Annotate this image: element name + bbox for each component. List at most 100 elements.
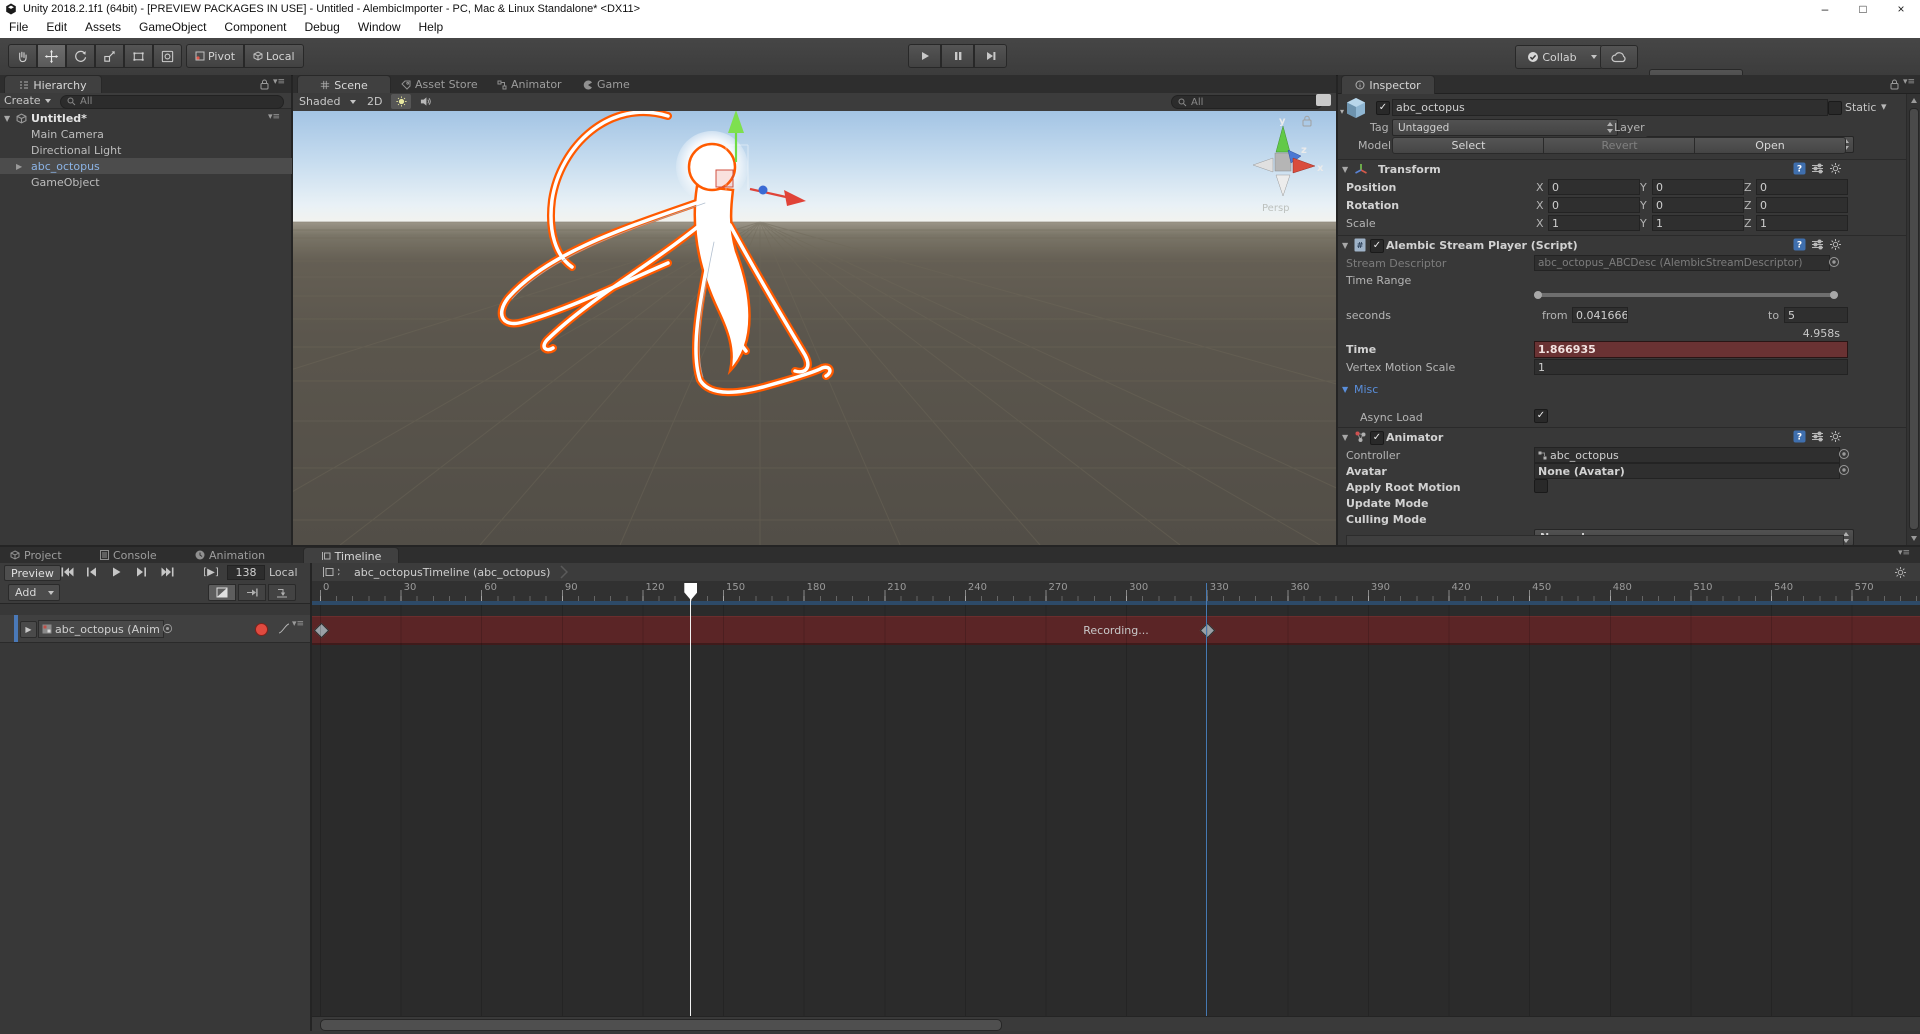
hierarchy-row-abc-octopus[interactable]: ▶ abc_octopus <box>0 158 292 174</box>
help-icon[interactable]: ? <box>1793 162 1806 175</box>
vertex-motion-scale-field[interactable]: 1 <box>1534 359 1848 375</box>
row-menu-icon[interactable]: ▾≡ <box>268 112 280 122</box>
ref-mode-button[interactable]: Local <box>263 565 304 579</box>
inspector-scrollbar[interactable] <box>1906 94 1920 545</box>
timeline-asset-icon[interactable] <box>322 566 342 578</box>
pause-button[interactable] <box>941 44 974 68</box>
scene-viewport[interactable]: y z x Persp <box>293 111 1336 545</box>
model-open-button[interactable]: Open <box>1694 137 1846 154</box>
rotation-x-field[interactable]: 0 <box>1548 197 1640 213</box>
hierarchy-row-gameobject[interactable]: GameObject <box>0 174 292 190</box>
rect-tool-button[interactable] <box>124 44 153 68</box>
alembic-enabled-checkbox[interactable]: ✓ <box>1370 239 1384 253</box>
scale-y-field[interactable]: 1 <box>1652 215 1744 231</box>
keyframe-diamond[interactable] <box>1200 623 1216 639</box>
animator-enabled-checkbox[interactable]: ✓ <box>1370 431 1384 445</box>
tab-animator[interactable]: Animator <box>497 77 562 92</box>
lock-icon[interactable] <box>260 79 269 90</box>
static-checkbox[interactable] <box>1828 101 1842 115</box>
gear-icon[interactable] <box>1829 430 1842 443</box>
shading-mode-dropdown[interactable]: Shaded <box>299 93 361 110</box>
tab-game[interactable]: Game <box>583 77 630 92</box>
prefab-caret-icon[interactable]: ▾ <box>1340 107 1344 116</box>
hierarchy-row-main-camera[interactable]: Main Camera <box>0 126 292 142</box>
timeline-hscrollbar[interactable] <box>312 1016 1920 1032</box>
prev-frame-button[interactable] <box>80 565 102 579</box>
keyframe-diamond[interactable] <box>313 623 329 639</box>
misc-foldout[interactable]: ▼ <box>1342 385 1348 394</box>
from-field[interactable]: 0.041666 <box>1572 307 1628 323</box>
track-header-row[interactable]: ▶ abc_octopus (Anim ▾≡ <box>0 615 310 643</box>
menu-assets[interactable]: Assets <box>76 18 130 36</box>
record-button[interactable] <box>255 623 268 636</box>
scale-tool-button[interactable] <box>95 44 124 68</box>
hierarchy-search-input[interactable]: All <box>60 95 284 109</box>
presets-icon[interactable] <box>1811 430 1824 443</box>
panel-menu-icon[interactable]: ▾≡ <box>273 77 285 87</box>
tab-hierarchy[interactable]: Hierarchy <box>4 75 102 94</box>
misc-label[interactable]: Misc <box>1354 383 1378 396</box>
next-frame-button[interactable] <box>130 565 152 579</box>
slider-min-handle[interactable] <box>1534 291 1542 299</box>
rotate-tool-button[interactable] <box>66 44 95 68</box>
gizmo-z-handle[interactable] <box>759 186 768 195</box>
time-range-slider[interactable] <box>1534 291 1838 299</box>
hscrollbar-thumb[interactable] <box>320 1019 1002 1031</box>
presets-icon[interactable] <box>1811 162 1824 175</box>
position-x-field[interactable]: 0 <box>1548 179 1640 195</box>
goto-start-button[interactable] <box>56 565 78 579</box>
menu-help[interactable]: Help <box>410 18 453 36</box>
gear-icon[interactable] <box>1829 238 1842 251</box>
transform-foldout[interactable]: ▼ <box>1342 165 1348 174</box>
tab-inspector[interactable]: Inspector <box>1341 75 1435 94</box>
audio-toggle[interactable] <box>415 94 435 109</box>
lock-icon[interactable] <box>1890 79 1899 90</box>
panel-menu-icon[interactable]: ▾≡ <box>1903 77 1915 87</box>
time-field[interactable]: 1.866935 <box>1534 341 1848 358</box>
curves-toggle-icon[interactable] <box>278 623 290 634</box>
slider-max-handle[interactable] <box>1830 291 1838 299</box>
controller-field[interactable]: abc_octopus <box>1534 447 1840 463</box>
static-caret-icon[interactable]: ▾ <box>1881 100 1887 113</box>
presets-icon[interactable] <box>1811 238 1824 251</box>
animator-foldout[interactable]: ▼ <box>1342 433 1348 442</box>
object-picker-icon[interactable] <box>162 623 173 634</box>
menu-debug[interactable]: Debug <box>295 18 348 36</box>
goto-end-button[interactable] <box>154 565 180 579</box>
projection-label[interactable]: Persp <box>1262 203 1290 214</box>
gameobject-name-field[interactable]: abc_octopus <box>1392 99 1828 116</box>
step-button[interactable] <box>974 44 1007 68</box>
menu-component[interactable]: Component <box>215 18 295 36</box>
avatar-field[interactable]: None (Avatar) <box>1534 463 1840 479</box>
collab-dropdown[interactable]: Collab <box>1515 45 1603 69</box>
pivot-toggle-button[interactable]: Pivot <box>186 44 244 68</box>
gear-icon[interactable] <box>1829 162 1842 175</box>
timeline-ruler[interactable]: 0306090120150180210240270300330360390420… <box>312 581 1920 601</box>
scene-search-input[interactable]: All <box>1171 95 1323 109</box>
menu-window[interactable]: Window <box>349 18 410 36</box>
minimize-button[interactable]: – <box>1806 0 1844 18</box>
apply-root-motion-checkbox[interactable] <box>1534 479 1548 493</box>
scale-x-field[interactable]: 1 <box>1548 215 1640 231</box>
object-picker-icon[interactable] <box>1828 256 1840 268</box>
tag-dropdown[interactable]: Untagged <box>1392 119 1618 136</box>
gizmo-plane-handle[interactable] <box>716 170 733 187</box>
tab-asset-store[interactable]: Asset Store <box>401 77 478 92</box>
async-load-checkbox[interactable]: ✓ <box>1534 409 1548 423</box>
edit-mode-mix-button[interactable] <box>208 584 236 601</box>
timeline-breadcrumb[interactable]: abc_octopusTimeline (abc_octopus) <box>354 566 550 579</box>
stream-descriptor-field[interactable]: abc_octopus_ABCDesc (AlembicStreamDescri… <box>1534 255 1830 271</box>
2d-toggle[interactable]: 2D <box>367 93 382 110</box>
rotation-z-field[interactable]: 0 <box>1756 197 1848 213</box>
maximize-button[interactable]: □ <box>1844 0 1882 18</box>
play-range-button[interactable]: [▶] <box>198 565 224 579</box>
to-field[interactable]: 5 <box>1784 307 1848 323</box>
fold-open-icon[interactable]: ▼ <box>4 114 10 123</box>
tab-scene[interactable]: Scene <box>297 75 391 94</box>
menu-edit[interactable]: Edit <box>37 18 76 36</box>
menu-gameobject[interactable]: GameObject <box>130 18 215 36</box>
recording-track[interactable]: Recording... <box>312 616 1920 645</box>
object-picker-icon[interactable] <box>1838 448 1850 460</box>
scroll-down-arrow[interactable] <box>1911 536 1917 541</box>
track-expand-button[interactable]: ▶ <box>20 621 37 638</box>
